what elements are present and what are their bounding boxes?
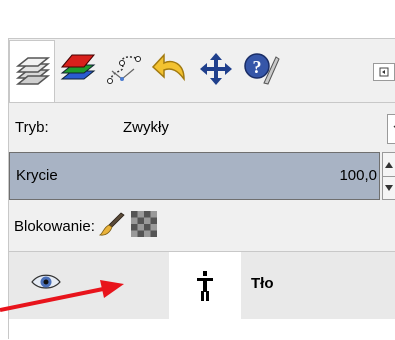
undo-history-icon [150, 49, 190, 89]
layers-list: Tło [9, 251, 395, 340]
lock-pixels-button[interactable] [99, 211, 125, 241]
move-icon [196, 49, 236, 89]
tab-layers[interactable] [9, 40, 55, 102]
eye-icon [31, 272, 61, 292]
mode-label: Tryb: [15, 119, 49, 136]
opacity-label: Krycie [16, 167, 58, 184]
opacity-spinner [382, 152, 395, 200]
layer-chain-toggle[interactable] [79, 252, 169, 319]
lock-row: Blokowanie: [14, 211, 157, 241]
mode-value[interactable]: Zwykły [123, 119, 169, 136]
mode-dropdown-button[interactable] [387, 114, 395, 144]
opacity-value: 100,0 [339, 167, 377, 184]
paintbrush-icon [99, 211, 125, 237]
layer-thumbnail [169, 252, 241, 319]
triangle-up-icon [385, 162, 393, 168]
spin-up-button[interactable] [383, 153, 395, 177]
tab-channels[interactable] [55, 44, 101, 94]
dock-tab-bar: ? [9, 39, 395, 103]
opacity-slider[interactable]: Krycie 100,0 [9, 152, 380, 200]
anchor-figure-icon [195, 269, 215, 303]
tab-menu-button[interactable] [373, 63, 395, 81]
brushes-icon: ? [242, 49, 282, 89]
paths-icon [104, 49, 144, 89]
svg-text:?: ? [253, 57, 262, 77]
tab-paths[interactable] [101, 44, 147, 94]
layers-icon [12, 52, 52, 92]
layer-name[interactable]: Tło [251, 275, 274, 292]
layer-row[interactable]: Tło [9, 252, 395, 319]
triangle-down-icon [385, 185, 393, 191]
spin-down-button[interactable] [383, 176, 395, 199]
tab-undo-history[interactable] [147, 44, 193, 94]
chevron-left-icon [379, 67, 389, 77]
layers-dock-panel: ? Tryb: Zwykły Krycie 100,0 Blokow [8, 38, 395, 339]
tab-move[interactable] [193, 44, 239, 94]
channels-icon [58, 49, 98, 89]
lock-alpha-button[interactable] [131, 211, 157, 241]
layer-visibility-toggle[interactable] [31, 272, 61, 296]
checkerboard-icon [131, 211, 157, 237]
tab-brushes[interactable]: ? [239, 44, 285, 94]
lock-label: Blokowanie: [14, 218, 95, 235]
